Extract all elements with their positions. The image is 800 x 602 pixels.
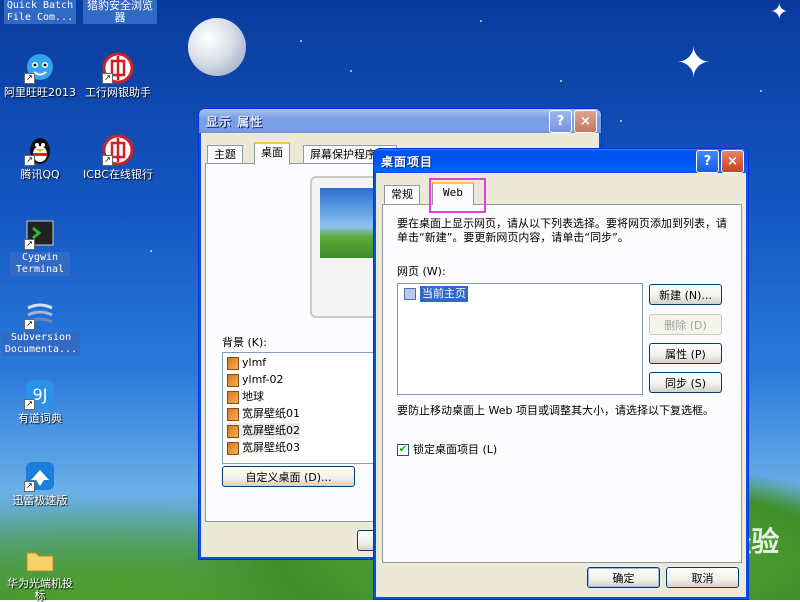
desktop-icon-label: 阿里旺旺2013 <box>4 86 76 99</box>
desktop-icon-label: 有道词典 <box>18 412 62 425</box>
desktop-icon-label: Subversion Documenta... <box>2 332 80 356</box>
tab-desktop[interactable]: 桌面 <box>254 142 290 165</box>
cygwin-terminal-icon: ↗ <box>24 218 56 250</box>
desktop-icon-subversion[interactable]: ↗ Subversion Documenta... <box>2 298 80 356</box>
close-button[interactable]: × <box>574 109 597 133</box>
image-file-icon <box>227 424 239 438</box>
help-button[interactable]: ? <box>549 109 572 133</box>
customize-desktop-button[interactable]: 自定义桌面 (D)... <box>222 466 355 487</box>
sync-button[interactable]: 同步 (S) <box>649 372 722 393</box>
lock-label: 锁定桌面项目 (L) <box>413 443 498 456</box>
folder-icon <box>24 544 56 576</box>
shortcut-arrow-icon: ↗ <box>24 481 35 492</box>
background-list[interactable]: ylmf ylmf-02 地球 宽屏壁纸01 宽屏壁纸02 宽屏壁纸03 <box>222 352 374 464</box>
desktop-icon-label: 工行网银助手 <box>85 86 151 99</box>
list-item[interactable]: 宽屏壁纸03 <box>227 440 300 456</box>
desktop-icon-cheetah-browser[interactable]: 猎豹安全浏览器 <box>82 0 158 24</box>
shortcut-arrow-icon: ↗ <box>24 239 35 250</box>
webpage-label: 当前主页 <box>420 286 468 302</box>
image-file-icon <box>227 441 239 455</box>
lock-checkbox[interactable]: ✔ <box>397 444 409 456</box>
desktop-icon-cygwin[interactable]: ↗ Cygwin Terminal <box>2 218 78 276</box>
desktop-icon-folder[interactable]: 华为光端机投标 <box>2 544 78 602</box>
help-button[interactable]: ? <box>696 149 719 173</box>
desktop-icon-qq[interactable]: ↗ 腾讯QQ <box>2 134 78 181</box>
close-button[interactable]: × <box>721 149 744 173</box>
lock-description: 要防止移动桌面上 Web 项目或调整其大小，请选择以下复选框。 <box>397 404 714 417</box>
new-webpage-button[interactable]: 新建 (N)... <box>649 284 722 305</box>
shortcut-arrow-icon: ↗ <box>102 155 113 166</box>
lock-items-row[interactable]: ✔ 锁定桌面项目 (L) <box>397 443 497 457</box>
shortcut-arrow-icon: ↗ <box>24 73 35 84</box>
webpages-label: 网页 (W): <box>397 265 446 278</box>
list-item[interactable]: ylmf-02 <box>227 372 284 388</box>
icbc-assistant-icon: ↗ <box>102 52 134 84</box>
desktop-icon-label: 腾讯QQ <box>20 168 60 181</box>
icbc-online-bank-icon: ↗ <box>102 134 134 166</box>
dialog-title: 桌面项目 <box>381 154 434 169</box>
desktop-icon-aliwangwang[interactable]: ↗ 阿里旺旺2013 <box>2 52 78 99</box>
bright-star: ✦ <box>676 38 712 87</box>
desktop-icon-youdao[interactable]: 9J ↗ 有道词典 <box>2 378 78 425</box>
intro-text: 要在桌面上显示网页，请从以下列表选择。要将网页添加到列表，请单击“新建”。要更新… <box>397 217 727 244</box>
planet-large <box>188 18 246 76</box>
desktop-icon-label: Quick Batch File Com... <box>4 0 76 24</box>
aliwangwang-icon: ↗ <box>24 52 56 84</box>
image-file-icon <box>227 373 239 387</box>
youdao-dict-icon: 9J ↗ <box>24 378 56 410</box>
subversion-icon: ↗ <box>24 298 56 330</box>
cancel-button[interactable]: 取消 <box>666 567 739 588</box>
desktop-icon-label: Cygwin Terminal <box>10 252 70 276</box>
desktop-icon-icbc-online-bank[interactable]: ↗ ICBC在线银行 <box>80 134 156 181</box>
image-file-icon <box>227 390 239 404</box>
desktop-items-dialog[interactable]: 桌面项目 ? × 常规 Web 要在桌面上显示网页，请从以下列表选择。要将网页添… <box>373 148 749 600</box>
desktop-icon-quick-batch[interactable]: Quick Batch File Com... <box>2 0 78 24</box>
desktop-icon-label: 猎豹安全浏览器 <box>83 0 157 24</box>
desktop-icon-label: 迅雷极速版 <box>12 494 68 507</box>
delete-webpage-button[interactable]: 删除 (D) <box>649 314 722 335</box>
image-file-icon <box>227 356 239 370</box>
qq-penguin-icon: ↗ <box>24 134 56 166</box>
list-item[interactable]: 宽屏壁纸01 <box>227 406 300 422</box>
tab-general[interactable]: 常规 <box>384 185 420 204</box>
shortcut-arrow-icon: ↗ <box>102 73 113 84</box>
desktop-items-titlebar[interactable]: 桌面项目 ? × <box>374 149 748 173</box>
desktop-icon-label: 华为光端机投标 <box>7 577 73 602</box>
shortcut-arrow-icon: ↗ <box>24 399 35 410</box>
webpage-list-item[interactable]: 当前主页 <box>404 286 468 302</box>
bright-star: ✦ <box>770 0 789 25</box>
window-title: 显示 属性 <box>206 114 264 129</box>
webpages-list[interactable]: 当前主页 <box>397 283 643 395</box>
shortcut-arrow-icon: ↗ <box>24 319 35 330</box>
list-item[interactable]: 地球 <box>227 389 264 405</box>
list-item[interactable]: ylmf <box>227 355 266 371</box>
desktop-icon-xunlei[interactable]: ↗ 迅雷极速版 <box>2 460 78 507</box>
highlight-box <box>429 178 486 213</box>
xunlei-icon: ↗ <box>24 460 56 492</box>
ok-button[interactable]: 确定 <box>587 567 660 588</box>
tab-themes[interactable]: 主题 <box>207 145 243 164</box>
display-properties-titlebar[interactable]: 显示 属性 ? × <box>199 109 601 133</box>
desktop-icon-label: ICBC在线银行 <box>83 168 153 181</box>
wallpaper-preview <box>320 188 380 258</box>
properties-button[interactable]: 属性 (P) <box>649 343 722 364</box>
webpage-checkbox[interactable] <box>404 288 416 300</box>
desktop-icon-icbc-assistant[interactable]: ↗ 工行网银助手 <box>80 52 156 99</box>
shortcut-arrow-icon: ↗ <box>24 155 35 166</box>
list-item-selected[interactable]: 宽屏壁纸02 <box>227 423 300 439</box>
web-tab-panel: 要在桌面上显示网页，请从以下列表选择。要将网页添加到列表，请单击“新建”。要更新… <box>382 204 742 563</box>
background-label: 背景 (K): <box>222 336 267 349</box>
image-file-icon <box>227 407 239 421</box>
